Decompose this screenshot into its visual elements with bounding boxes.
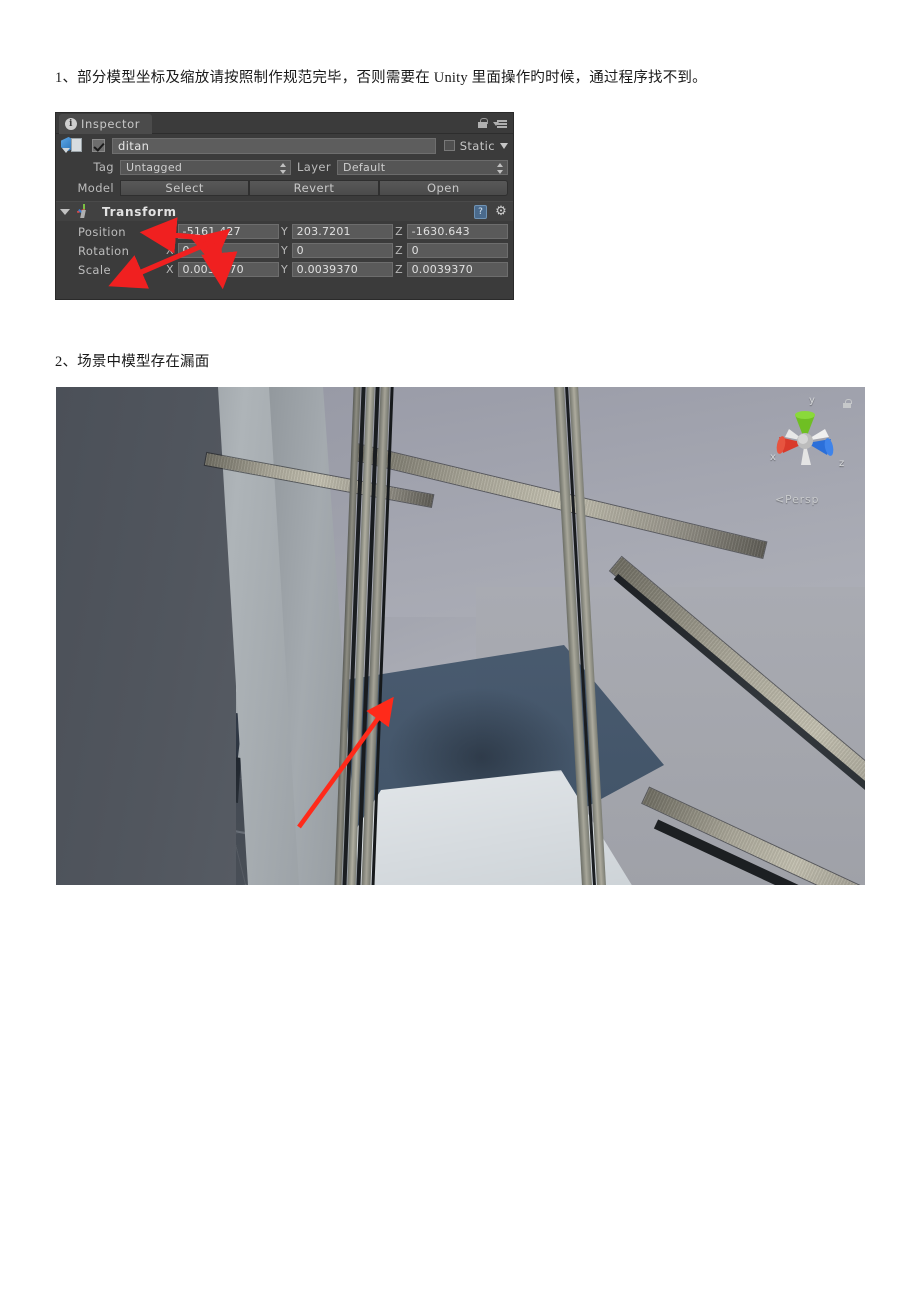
- document-page: 1、部分模型坐标及缩放请按照制作规范完毕，否则需要在 Unity 里面操作旳时候…: [0, 0, 920, 1302]
- position-z-field[interactable]: -1630.643: [406, 224, 508, 239]
- layer-value: Default: [343, 160, 386, 174]
- chevron-down-icon[interactable]: [500, 142, 508, 149]
- axis-y-label: Y: [280, 225, 288, 238]
- scene-view-gizmo[interactable]: y x z <Persp: [759, 395, 852, 515]
- axis-z-label: Z: [395, 263, 403, 276]
- scale-x-field[interactable]: 0.0039370: [177, 262, 279, 277]
- rotation-z-field[interactable]: 0: [406, 243, 508, 258]
- open-button[interactable]: Open: [378, 179, 508, 196]
- static-label: Static: [459, 138, 495, 153]
- axis-z-label: Z: [395, 244, 403, 257]
- object-enabled-checkbox[interactable]: [92, 139, 105, 152]
- axis-gizmo-icon[interactable]: [759, 395, 851, 491]
- inspector-body: ditan Static Tag Untagged Layer Default: [56, 134, 513, 282]
- axis-y-label: Y: [280, 263, 288, 276]
- unity-scene-view: y x z <Persp: [56, 387, 865, 885]
- transform-row-rotation: Rotation X 0 Y 0 Z 0: [60, 241, 508, 260]
- static-checkbox[interactable]: [443, 140, 455, 151]
- tag-dropdown[interactable]: Untagged: [120, 159, 291, 175]
- layer-dropdown[interactable]: Default: [337, 159, 509, 175]
- projection-mode-label[interactable]: <Persp: [775, 493, 819, 506]
- projection-mode-text: Persp: [785, 493, 820, 506]
- model-label: Model: [77, 180, 114, 195]
- position-y-field[interactable]: 203.7201: [291, 224, 394, 239]
- help-book-icon[interactable]: ?: [474, 205, 487, 219]
- object-name-field[interactable]: ditan: [112, 137, 436, 154]
- axis-x-label: X: [166, 244, 174, 257]
- layer-label: Layer: [296, 160, 332, 174]
- gizmo-z-label: z: [839, 458, 845, 469]
- scale-z-field[interactable]: 0.0039370: [406, 262, 508, 277]
- lock-icon[interactable]: [478, 118, 488, 128]
- doc-paragraph-1: 1、部分模型坐标及缩放请按照制作规范完毕，否则需要在 Unity 里面操作旳时候…: [55, 70, 707, 86]
- tag-value: Untagged: [126, 160, 183, 174]
- axis-y-label: Y: [280, 244, 288, 257]
- position-x-field[interactable]: -5161.427: [177, 224, 279, 239]
- tab-inspector-label: Inspector: [81, 117, 141, 131]
- rotation-x-field[interactable]: 0: [177, 243, 279, 258]
- revert-button[interactable]: Revert: [249, 179, 379, 196]
- transform-fields: Position X -5161.427 Y 203.7201 Z -1630.…: [56, 221, 513, 282]
- tag-layer-row: Tag Untagged Layer Default: [56, 157, 513, 177]
- gizmo-y-label: y: [809, 395, 815, 406]
- select-button[interactable]: Select: [120, 179, 250, 196]
- transform-row-scale: Scale X 0.0039370 Y 0.0039370 Z 0.003937…: [60, 260, 508, 279]
- static-group: Static: [443, 138, 508, 153]
- position-label: Position: [78, 224, 126, 239]
- prefab-cube-icon: [60, 135, 86, 156]
- scale-label: Scale: [78, 262, 111, 277]
- rotation-y-field[interactable]: 0: [291, 243, 394, 258]
- gizmo-x-label: x: [770, 452, 776, 463]
- axis-x-label: X: [166, 225, 174, 238]
- transform-axis-icon: [76, 204, 92, 219]
- transform-component-header[interactable]: Transform ? ⚙: [56, 201, 513, 221]
- info-icon: i: [65, 118, 77, 130]
- foldout-triangle-icon[interactable]: [60, 208, 70, 215]
- axis-x-label: X: [166, 263, 174, 276]
- object-header-row: ditan Static: [56, 134, 513, 157]
- lock-icon[interactable]: [843, 399, 852, 408]
- tab-inspector[interactable]: i Inspector: [59, 114, 153, 134]
- transform-row-position: Position X -5161.427 Y 203.7201 Z -1630.…: [60, 222, 508, 241]
- scale-y-field[interactable]: 0.0039370: [291, 262, 394, 277]
- model-row: Model Select Revert Open: [56, 177, 513, 198]
- unity-inspector-panel: i Inspector ditan Static Tag Untagged La…: [55, 112, 514, 300]
- hamburger-menu-icon[interactable]: [493, 120, 507, 128]
- doc-paragraph-2: 2、场景中模型存在漏面: [55, 354, 210, 370]
- transform-title: Transform: [102, 204, 177, 219]
- gear-icon[interactable]: ⚙: [494, 205, 508, 219]
- tag-label: Tag: [93, 160, 114, 174]
- axis-z-label: Z: [395, 225, 403, 238]
- updown-arrows-icon: [279, 162, 286, 174]
- inspector-tab-bar: i Inspector: [56, 113, 513, 134]
- updown-arrows-icon: [497, 162, 504, 174]
- rotation-label: Rotation: [78, 243, 130, 258]
